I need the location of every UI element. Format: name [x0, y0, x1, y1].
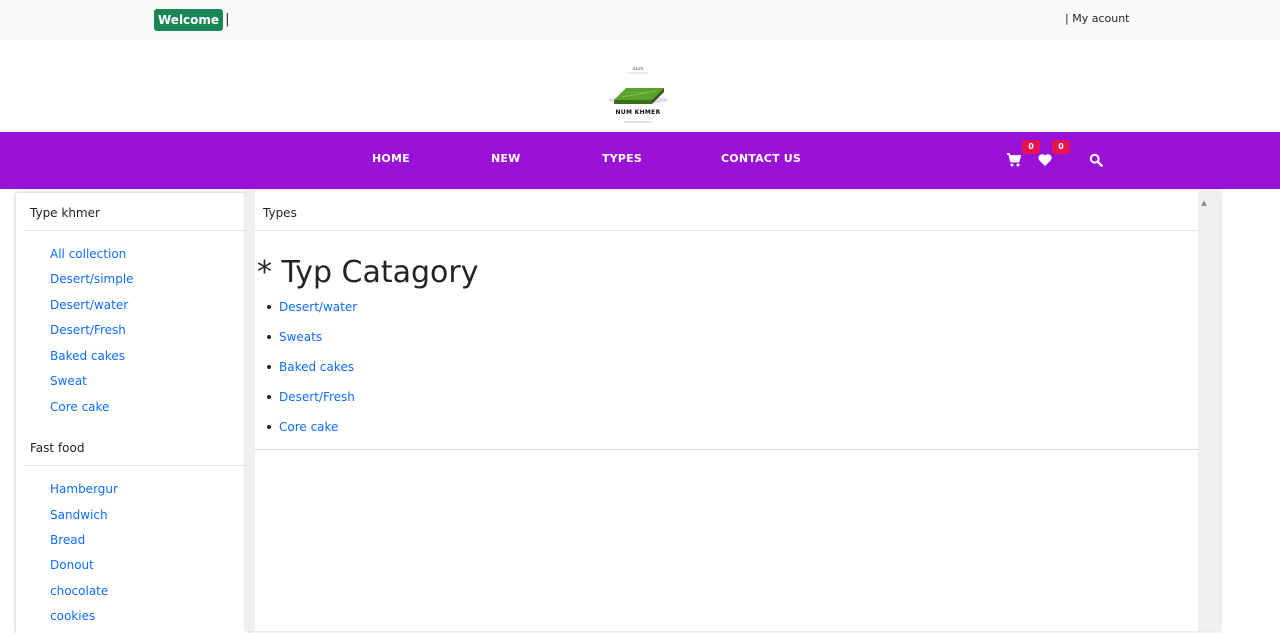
main-content: Types * Typ Catagory Desert/water Sweats… [255, 191, 1198, 631]
type-link-core-cake[interactable]: Core cake [279, 420, 338, 434]
welcome-group: Welcome | [154, 9, 229, 31]
sidebar-title-fast-food: Fast food [30, 441, 85, 455]
welcome-separator: | [225, 12, 230, 27]
brand-name: NUM KHMER [615, 109, 661, 116]
panel-title: Types [263, 206, 297, 220]
divider [255, 230, 1198, 231]
cart-icon[interactable] [1006, 152, 1022, 168]
nav-contact-us[interactable]: CONTACT US [721, 152, 801, 165]
list-item: Desert/Fresh [267, 390, 355, 404]
type-link-baked-cakes[interactable]: Baked cakes [279, 360, 354, 374]
bullet-icon [267, 425, 271, 429]
brand-logo[interactable]: num NUM KHMER [606, 62, 670, 126]
list-item: Core cake [267, 420, 338, 434]
sidebar-link-sweat[interactable]: Sweat [50, 374, 87, 388]
svg-text:num: num [632, 66, 643, 72]
sidebar-link-all-collection[interactable]: All collection [50, 247, 126, 261]
list-item: Desert/water [267, 300, 357, 314]
bullet-icon [267, 305, 271, 309]
divider [24, 230, 248, 231]
bullet-icon [267, 395, 271, 399]
category-sidebar: Type khmer All collection Desert/simple … [16, 193, 248, 633]
nav-home[interactable]: HOME [372, 152, 410, 165]
list-item: Baked cakes [267, 360, 354, 374]
scroll-up-arrow-icon[interactable]: ▲ [1200, 199, 1208, 207]
sidebar-link-desert-simple[interactable]: Desert/simple [50, 272, 134, 286]
type-link-desert-water[interactable]: Desert/water [279, 300, 357, 314]
sidebar-link-cookies[interactable]: cookies [50, 609, 95, 623]
type-link-desert-fresh[interactable]: Desert/Fresh [279, 390, 355, 404]
category-heading: * Typ Catagory [257, 255, 479, 290]
sidebar-link-baked-cakes[interactable]: Baked cakes [50, 349, 125, 363]
list-item: Sweats [267, 330, 322, 344]
sidebar-link-hambergur[interactable]: Hambergur [50, 482, 118, 496]
main-navbar: HOME NEW TYPES CONTACT US 0 0 [0, 132, 1280, 189]
divider [24, 465, 248, 466]
sidebar-link-chocolate[interactable]: chocolate [50, 584, 108, 598]
my-account-link[interactable]: | My acount [1065, 12, 1129, 25]
bullet-icon [267, 335, 271, 339]
type-link-sweats[interactable]: Sweats [279, 330, 322, 344]
sidebar-title-type-khmer: Type khmer [30, 206, 100, 220]
bullet-icon [267, 365, 271, 369]
main-panel-frame: Types * Typ Catagory Desert/water Sweats… [246, 191, 1220, 631]
logo-image: num [608, 66, 668, 123]
sidebar-link-sandwich[interactable]: Sandwich [50, 508, 108, 522]
sidebar-link-desert-water[interactable]: Desert/water [50, 298, 128, 312]
sidebar-link-desert-fresh[interactable]: Desert/Fresh [50, 323, 126, 337]
heart-icon[interactable] [1037, 152, 1053, 168]
sidebar-link-core-cake[interactable]: Core cake [50, 400, 109, 414]
nav-types[interactable]: TYPES [602, 152, 642, 165]
nav-new[interactable]: NEW [491, 152, 520, 165]
wishlist-count-badge: 0 [1052, 140, 1070, 154]
welcome-button[interactable]: Welcome [154, 9, 224, 31]
search-icon[interactable] [1089, 152, 1105, 168]
top-bar: Welcome | | My acount [0, 0, 1280, 40]
logo-area: num NUM KHMER [0, 40, 1280, 132]
sidebar-link-bread[interactable]: Bread [50, 533, 85, 547]
sidebar-link-donout[interactable]: Donout [50, 558, 94, 572]
divider [255, 449, 1198, 450]
